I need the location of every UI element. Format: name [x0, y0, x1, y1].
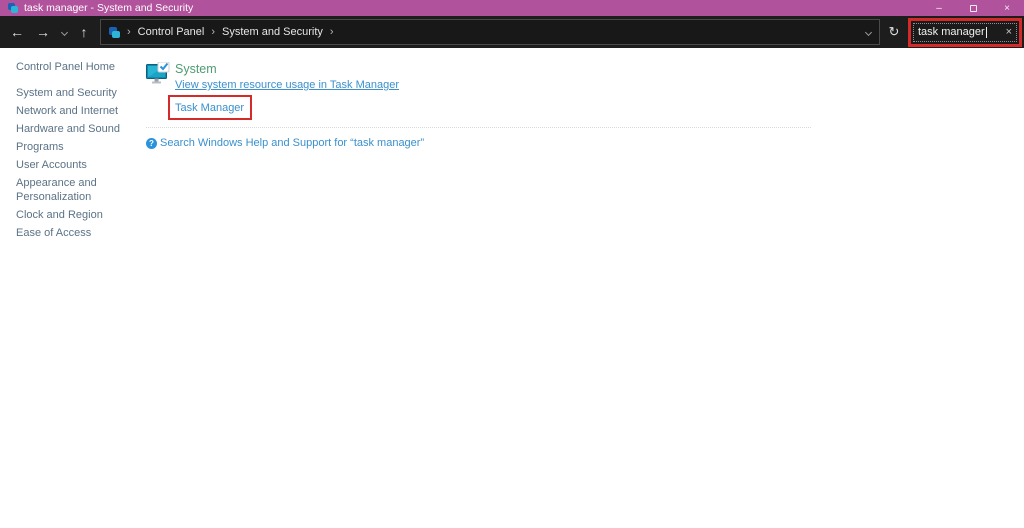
text-caret	[985, 26, 987, 38]
help-question-icon: ?	[146, 137, 157, 149]
search-input[interactable]: task manager	[918, 26, 985, 38]
up-button[interactable]: ↑	[72, 19, 96, 45]
control-panel-icon	[8, 3, 18, 13]
sidebar-item[interactable]: System and Security	[16, 86, 134, 100]
system-result-body: System View system resource usage in Tas…	[168, 62, 399, 120]
recent-pages-dropdown[interactable]	[56, 19, 72, 45]
breadcrumb-system-and-security[interactable]: System and Security	[222, 26, 323, 38]
address-history-chevron-icon[interactable]	[864, 28, 873, 36]
navigation-bar: ← → ↑ › Control Panel › System and Secur…	[0, 16, 1024, 48]
task-manager-annotation: Task Manager	[168, 95, 253, 120]
sidebar-item[interactable]: Hardware and Sound	[16, 122, 134, 136]
control-panel-icon	[109, 26, 120, 38]
breadcrumb-control-panel[interactable]: Control Panel	[138, 26, 205, 38]
sidebar-item[interactable]: Clock and Region	[16, 208, 134, 222]
close-button[interactable]: ×	[990, 0, 1024, 16]
sidebar: Control Panel Home System and Security N…	[16, 60, 134, 244]
task-manager-link[interactable]: Task Manager	[175, 102, 244, 114]
window-title: task manager - System and Security	[24, 2, 194, 14]
help-row: ? Search Windows Help and Support for “t…	[146, 137, 816, 149]
sidebar-category-list: System and Security Network and Internet…	[16, 86, 134, 240]
minimize-button[interactable]: –	[922, 0, 956, 16]
back-icon: ←	[10, 24, 24, 40]
close-icon: ×	[1004, 2, 1010, 14]
breadcrumb-separator: ›	[329, 26, 334, 38]
maximize-icon	[969, 4, 977, 12]
sidebar-item[interactable]: Network and Internet	[16, 104, 134, 118]
refresh-icon: ↻	[888, 24, 900, 39]
search-help-link[interactable]: Search Windows Help and Support for “tas…	[160, 137, 424, 149]
window-controls: – ×	[922, 0, 1024, 16]
view-system-resource-usage-link[interactable]: View system resource usage in Task Manag…	[175, 79, 399, 91]
result-category-title: System	[175, 62, 217, 76]
results-divider	[146, 127, 811, 128]
sidebar-item[interactable]: Ease of Access	[16, 226, 134, 240]
search-results: System View system resource usage in Tas…	[146, 62, 816, 149]
sidebar-item[interactable]: Appearance and Personalization	[16, 176, 134, 204]
sidebar-item[interactable]: User Accounts	[16, 158, 134, 172]
refresh-button[interactable]: ↻	[880, 19, 908, 45]
sidebar-item-control-panel-home[interactable]: Control Panel Home	[16, 60, 134, 75]
control-panel-window: task manager - System and Security – × ←…	[0, 0, 1024, 528]
forward-icon: →	[36, 24, 50, 40]
minimize-icon: –	[936, 2, 942, 14]
sidebar-item[interactable]: Programs	[16, 140, 134, 154]
forward-button[interactable]: →	[30, 19, 56, 45]
back-button[interactable]: ←	[4, 19, 30, 45]
search-box-annotation: task manager ×	[908, 17, 1022, 47]
system-icon	[146, 62, 170, 84]
up-icon: ↑	[80, 24, 88, 40]
system-result-section: System View system resource usage in Tas…	[146, 62, 816, 120]
titlebar: task manager - System and Security – ×	[0, 0, 1024, 16]
content-area: Control Panel Home System and Security N…	[0, 48, 1024, 528]
chevron-down-icon	[60, 28, 68, 36]
breadcrumb-separator: ›	[211, 26, 215, 38]
maximize-button[interactable]	[956, 0, 990, 16]
address-bar[interactable]: › Control Panel › System and Security ›	[100, 19, 880, 45]
search-clear-button[interactable]: ×	[1006, 26, 1012, 38]
breadcrumb-separator: ›	[127, 26, 131, 38]
